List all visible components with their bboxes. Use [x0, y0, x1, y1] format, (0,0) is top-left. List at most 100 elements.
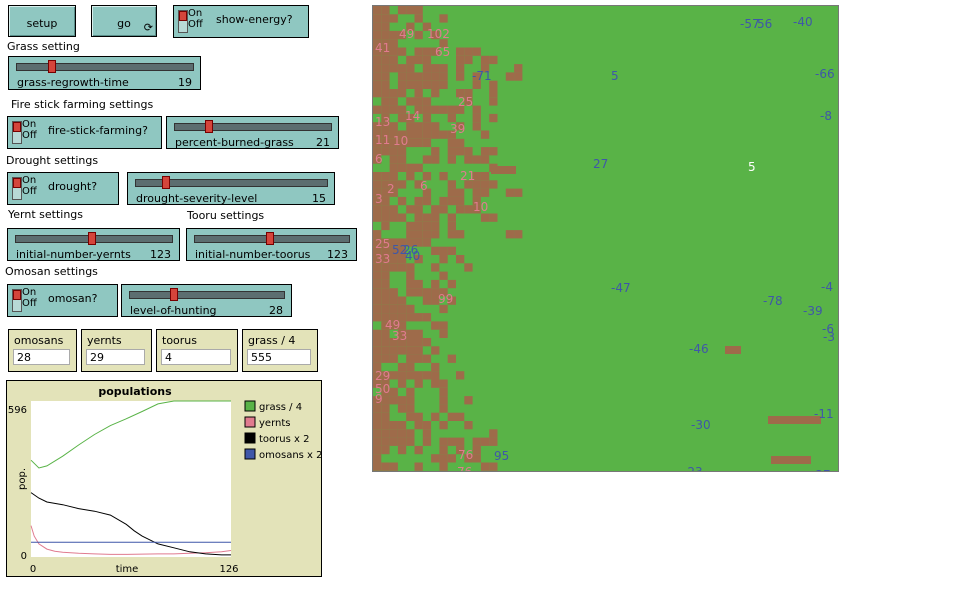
initial-yernts-label: initial-number-yernts [16, 248, 131, 261]
slider-track[interactable] [129, 291, 285, 299]
eaten-patch [439, 130, 448, 139]
eaten-patch [389, 421, 398, 430]
go-button[interactable]: go ⟳ [91, 5, 157, 37]
eaten-patch [431, 362, 440, 372]
eaten-patch [456, 196, 465, 206]
slider-knob[interactable] [265, 232, 274, 245]
drought-severity-slider[interactable]: drought-severity-level 15 [127, 172, 335, 205]
eaten-patch [389, 147, 398, 156]
world-canvas[interactable]: 49 102-5756 -4041 65-71 5 -6625-813 143911 106 2… [373, 6, 838, 471]
eaten-patch [489, 213, 498, 222]
eaten-patch [431, 213, 440, 222]
slider-knob[interactable] [47, 60, 56, 73]
eaten-patch [439, 255, 448, 264]
hunting-value: 28 [269, 304, 283, 317]
forever-icon: ⟳ [143, 21, 153, 34]
agent-energy-label: 40 [405, 249, 420, 263]
eaten-patch [406, 429, 415, 438]
eaten-patch [439, 304, 448, 314]
populations-chart: populations 596 0 0 126 time pop. grass … [8, 385, 321, 575]
eaten-patch [381, 221, 390, 231]
world-view[interactable]: 49 102 -57 56 -40 41 65 -71 5 -66 25 -8 13 14 39 11 10 6 2… [372, 5, 839, 472]
setup-button[interactable]: setup [8, 5, 76, 37]
eaten-patch [389, 429, 398, 438]
agent-energy-label: 6 [420, 179, 428, 193]
eaten-patch [414, 379, 423, 388]
switch-knob[interactable] [13, 178, 21, 188]
agent-energy-label: 10 [393, 134, 408, 148]
switch-knob[interactable] [13, 290, 21, 300]
eaten-patch [406, 230, 415, 239]
slider-track[interactable] [16, 63, 194, 71]
eaten-patch [414, 354, 423, 363]
switch-track[interactable] [12, 177, 22, 200]
eaten-patch [397, 404, 407, 413]
hunting-slider[interactable]: level-of-hunting 28 [121, 284, 292, 317]
eaten-patch [381, 354, 390, 363]
eaten-patch [414, 421, 423, 430]
eaten-patch [439, 271, 448, 280]
slider-knob[interactable] [87, 232, 96, 245]
eaten-patch [389, 346, 398, 355]
omosan-setting-note: Omosan settings [5, 265, 98, 278]
eaten-patch [373, 22, 382, 31]
eaten-patch [472, 113, 481, 123]
eaten-patch [489, 55, 498, 65]
switch-knob[interactable] [179, 11, 187, 21]
slider-knob[interactable] [162, 176, 171, 189]
eaten-patch [414, 371, 423, 380]
eaten-patch [431, 321, 440, 330]
eaten-patch [373, 346, 382, 355]
eaten-patch [505, 188, 515, 197]
switch-track[interactable] [12, 289, 22, 312]
switch-off-label: Off [22, 186, 37, 197]
setup-label: setup [26, 17, 58, 30]
eaten-patch [456, 47, 465, 56]
eaten-patch [431, 412, 440, 421]
initial-yernts-slider[interactable]: initial-number-yernts 123 [7, 228, 180, 261]
slider-track[interactable] [174, 123, 332, 131]
eaten-patch [406, 97, 415, 106]
eaten-patch [397, 196, 407, 206]
eaten-patch [381, 437, 390, 446]
switch-on-label: On [22, 287, 37, 298]
switch-track[interactable] [178, 10, 188, 33]
eaten-patch [472, 445, 481, 455]
agent-energy-label: 102 [427, 27, 450, 41]
x-min-tick: 0 [30, 564, 36, 575]
eaten-patch [381, 105, 390, 114]
grass-regrowth-value: 19 [178, 76, 192, 89]
agent-energy-label: 25 [458, 95, 473, 109]
eaten-patch [447, 246, 456, 255]
eaten-patch [456, 255, 465, 264]
agent-energy-label: 33 [392, 329, 407, 343]
switch-track[interactable] [12, 121, 22, 144]
show-energy-switch[interactable]: On Off show-energy? [173, 5, 309, 38]
eaten-patch [406, 396, 415, 405]
eaten-patch [464, 421, 473, 430]
eaten-patch [397, 6, 407, 15]
eaten-patch [406, 387, 415, 397]
fire-stick-switch[interactable]: On Off fire-stick-farming? [7, 116, 162, 149]
eaten-patch [472, 188, 481, 197]
eaten-patch [397, 180, 407, 189]
omosan-switch[interactable]: On Off omosan? [7, 284, 118, 317]
drought-switch[interactable]: On Off drought? [7, 172, 119, 205]
eaten-patch [514, 64, 523, 73]
agent-energy-label: 11 [375, 133, 390, 147]
grass-regrowth-slider[interactable]: grass-regrowth-time 19 [8, 56, 201, 90]
slider-knob[interactable] [169, 288, 178, 301]
eaten-patch [389, 155, 398, 164]
eaten-patch [373, 338, 382, 347]
legend-swatch [244, 400, 256, 412]
eaten-patch [439, 462, 448, 471]
agent-energy-label: 14 [405, 109, 420, 123]
eaten-patch [373, 445, 382, 455]
slider-knob[interactable] [205, 120, 214, 133]
eaten-patch [406, 304, 415, 314]
show-energy-label: show-energy? [216, 13, 293, 26]
percent-burned-slider[interactable]: percent-burned-grass 21 [166, 116, 339, 149]
eaten-patch [489, 89, 498, 98]
initial-toorus-slider[interactable]: initial-number-toorus 123 [186, 228, 357, 261]
switch-knob[interactable] [13, 122, 21, 132]
